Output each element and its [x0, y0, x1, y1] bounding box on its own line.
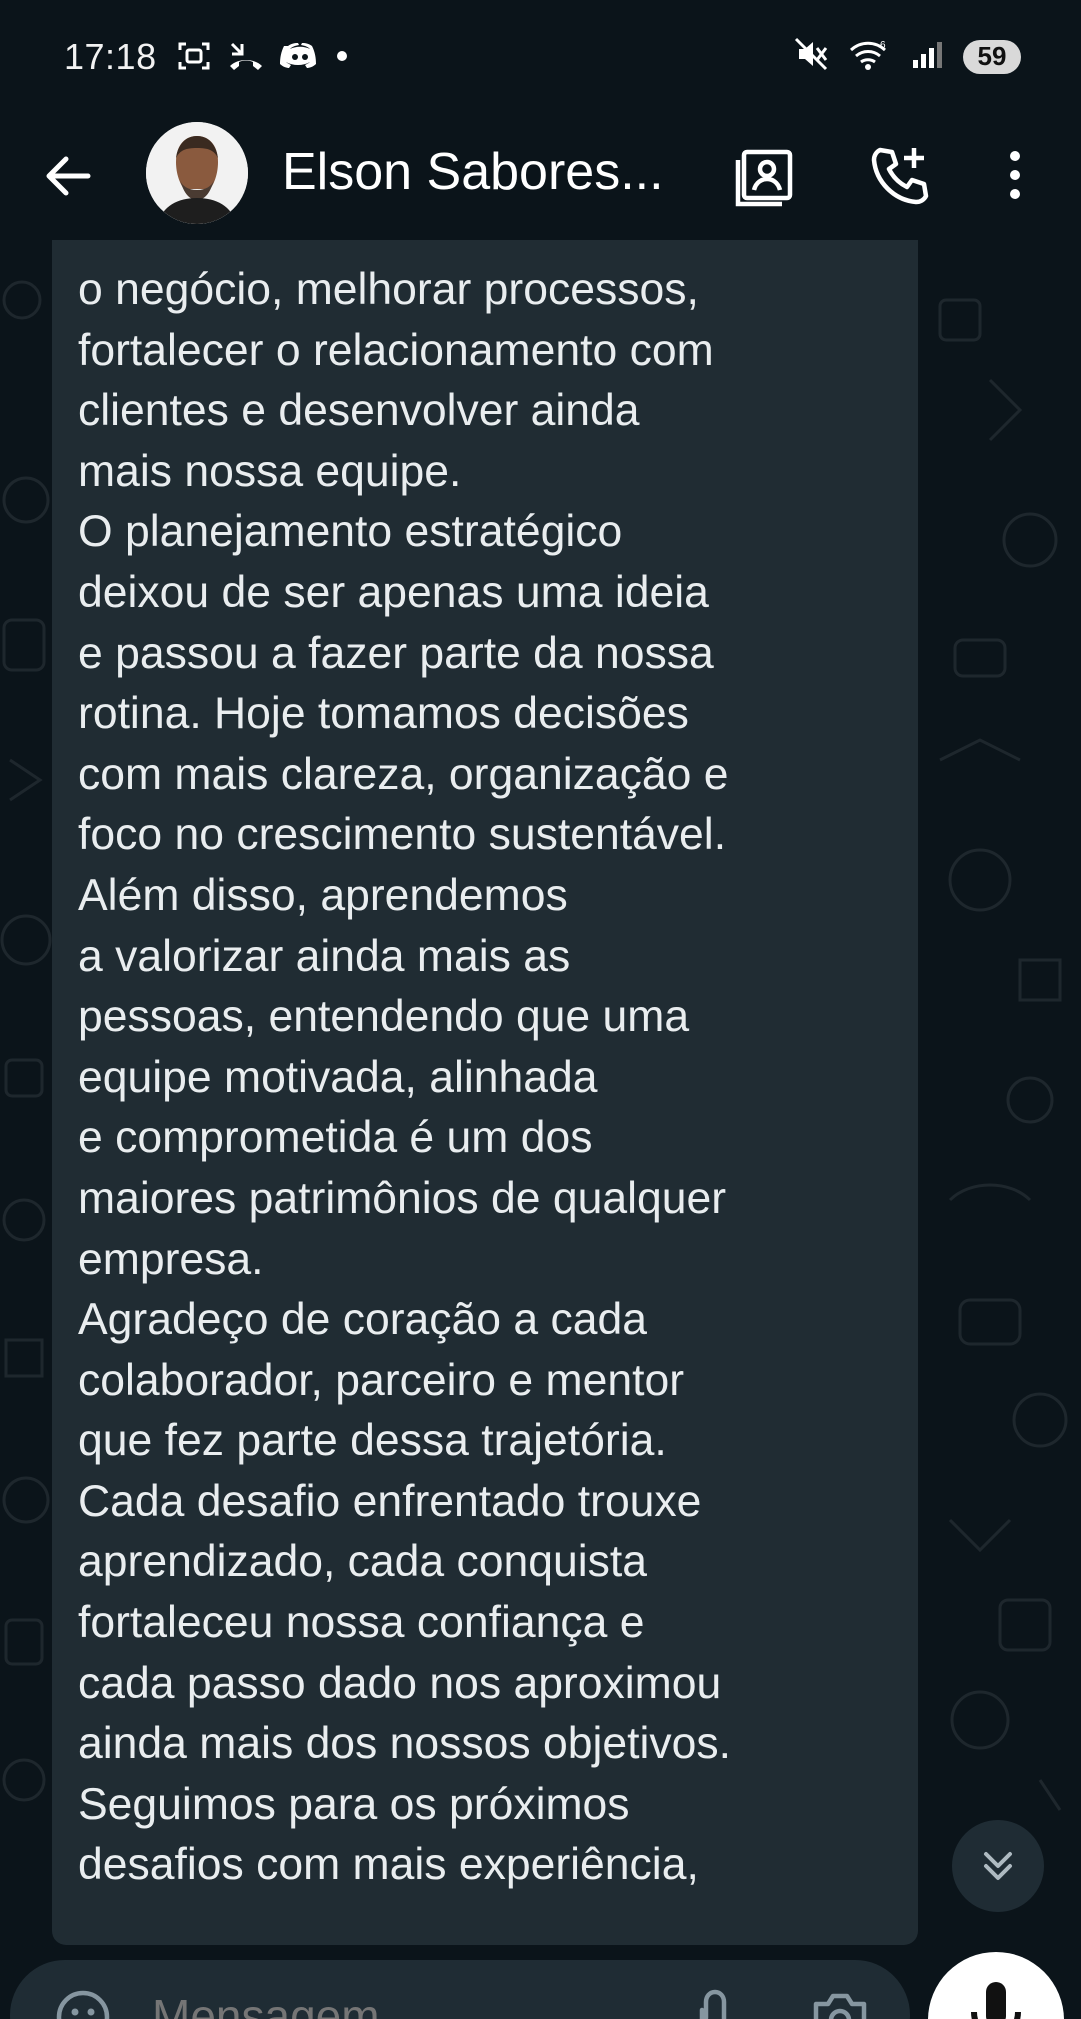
message-line: aprendizado, cada conquista	[78, 1537, 648, 1587]
add-call-button[interactable]	[866, 140, 936, 210]
message-line: desafios com mais experiência,	[78, 1840, 699, 1890]
add-call-icon	[871, 147, 929, 205]
status-bar: 17:18 6 59	[0, 0, 1081, 120]
message-line: deixou de ser apenas uma ideia	[78, 567, 709, 617]
message-line: foco no crescimento sustentável.	[78, 810, 727, 860]
message-line: fortaleceu nossa confiança e	[78, 1598, 645, 1648]
message-line: empresa.	[78, 1234, 264, 1284]
message-line: fortalecer o relacionamento com	[78, 325, 714, 375]
chat-header: Elson Sabores...	[0, 112, 1081, 240]
message-line: pessoas, entendendo que uma	[78, 992, 690, 1042]
attach-icon	[699, 1989, 727, 2019]
contact-name[interactable]: Elson Sabores...	[282, 142, 664, 202]
message-line: O planejamento estratégico	[78, 507, 623, 557]
camera-button[interactable]	[810, 1988, 870, 2019]
more-options-button[interactable]	[990, 140, 1040, 210]
wifi-icon: 6	[847, 36, 893, 77]
signal-icon	[911, 36, 945, 77]
message-line: mais nossa equipe.	[78, 446, 462, 496]
message-line: que fez parte dessa trajetória.	[78, 1416, 667, 1466]
view-contact-button[interactable]	[732, 140, 802, 210]
missed-call-icon	[226, 38, 266, 79]
more-vert-icon	[1010, 151, 1020, 199]
camera-icon	[813, 1993, 867, 2019]
status-system-icons: 6 59	[793, 36, 1021, 77]
emoji-button[interactable]	[52, 1986, 114, 2019]
message-line: Seguimos para os próximos	[78, 1779, 630, 1829]
message-line: Cada desafio enfrentado trouxe	[78, 1476, 702, 1526]
message-composer	[10, 1960, 910, 2019]
message-line: e passou a fazer parte da nossa	[78, 628, 714, 678]
voice-message-button[interactable]	[928, 1952, 1064, 2019]
attach-button[interactable]	[690, 1988, 740, 2019]
message-line: cada passo dado nos aproximou	[78, 1658, 722, 1708]
mic-icon	[971, 1982, 1021, 2019]
message-text: o negócio, melhorar processos, fortalecer…	[78, 260, 918, 1896]
message-line: Agradeço de coração a cada	[78, 1295, 648, 1345]
message-line: ainda mais dos nossos objetivos.	[78, 1719, 732, 1769]
scroll-to-bottom-button[interactable]	[952, 1820, 1044, 1912]
status-notification-icons	[176, 38, 350, 79]
emoji-icon	[56, 1990, 110, 2019]
message-bubble[interactable]: o negócio, melhorar processos, fortalecer…	[52, 240, 918, 1945]
arrow-left-icon	[46, 156, 91, 196]
chat-area[interactable]: o negócio, melhorar processos, fortalecer…	[0, 240, 1081, 2019]
message-line: maiores patrimônios de qualquer	[78, 1173, 727, 1223]
whatsapp-chat-screen: 17:18 6 59 Elson Sabores... o negócio, m…	[0, 0, 1081, 2019]
message-line: com mais clareza, organização e	[78, 749, 729, 799]
message-line: o negócio, melhorar processos,	[78, 265, 699, 314]
message-line: colaborador, parceiro e mentor	[78, 1355, 685, 1405]
status-time: 17:18	[64, 36, 157, 77]
mute-icon	[793, 36, 829, 77]
battery-indicator: 59	[963, 39, 1021, 74]
contact-avatar[interactable]	[146, 122, 248, 224]
message-line: rotina. Hoje tomamos decisões	[78, 689, 689, 739]
message-input[interactable]	[150, 1988, 654, 2019]
svg-text:6: 6	[880, 40, 886, 51]
screenshot-icon	[176, 38, 212, 79]
message-line: clientes e desenvolver ainda	[78, 386, 640, 436]
dot-icon	[334, 38, 350, 79]
message-line: a valorizar ainda mais as	[78, 931, 571, 981]
message-line: equipe motivada, alinhada	[78, 1052, 598, 1102]
back-button[interactable]	[38, 146, 98, 206]
message-line: Além disso, aprendemos	[78, 870, 568, 920]
contact-card-icon	[735, 149, 793, 207]
message-line: e comprometida é um dos	[78, 1113, 593, 1163]
double-chevron-down-icon	[984, 1852, 1012, 1880]
discord-icon	[280, 38, 320, 79]
